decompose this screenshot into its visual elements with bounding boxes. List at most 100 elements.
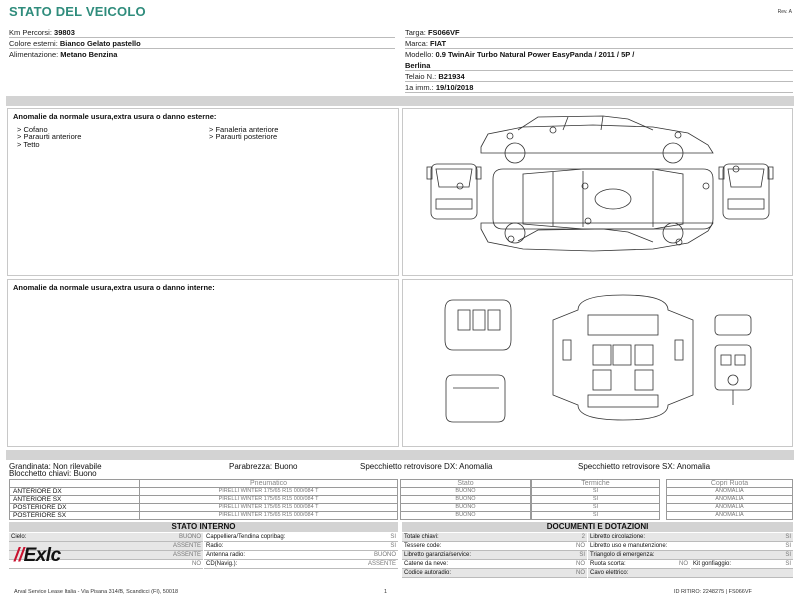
table-row: BUONO xyxy=(400,503,531,512)
model-row-2: Berlina xyxy=(405,60,793,71)
table-row: SI xyxy=(531,487,660,496)
tyre-header: Pneumatico xyxy=(139,479,398,488)
table-row: ANOMALIA xyxy=(666,511,793,520)
table-row: ANTERIORE DX PIRELLI WINTER 175/65 R15 00… xyxy=(9,487,398,496)
internal-state-value: NO xyxy=(192,561,201,567)
tyre-position: ANTERIORE DX xyxy=(9,487,140,496)
document-row: Cavo elettrico: xyxy=(588,569,793,578)
internal-state-row: Radio: SI xyxy=(204,542,398,551)
company-logo: //Exlc xyxy=(14,545,61,567)
damage-item: > Tetto xyxy=(17,139,40,149)
document-value: SI xyxy=(579,552,585,558)
logo-slash: // xyxy=(14,545,24,566)
internal-state-row: CD(Navig.): ASSENTE xyxy=(204,560,398,569)
tyre-state: BUONO xyxy=(400,503,531,512)
tyre-model: PIRELLI WINTER 175/65 R15 000/084 T xyxy=(139,487,398,496)
internal-state-key: Antenna radio: xyxy=(206,552,246,558)
document-row: Libretto circolazione: SI xyxy=(588,533,793,542)
tyre-thermal-table: Termiche SI SI SI SI xyxy=(531,479,660,520)
mirror-sx-value: Anomalia xyxy=(676,462,711,471)
key-lock-status: Blocchetto chiavi: Buono xyxy=(9,469,97,478)
external-car-diagram-panel xyxy=(402,108,793,276)
internal-state-row: Antenna radio: BUONO xyxy=(204,551,398,560)
car-interior-diagram xyxy=(444,294,752,423)
wheel-cover-header: Copri Ruota xyxy=(666,479,793,488)
car-rear-view xyxy=(718,163,774,220)
tyre-thermal: SI xyxy=(531,495,660,504)
wheel-cover: ANOMALIA xyxy=(666,503,793,512)
chassis-label: Telaio N.: xyxy=(405,72,437,81)
tyre-table: Pneumatico ANTERIORE DX PIRELLI WINTER 17… xyxy=(9,479,398,520)
mirror-dx-value: Anomalia xyxy=(459,462,493,471)
document-key: Triangolo di emergenza: xyxy=(590,552,655,558)
document-key: Kit gonfiaggio: xyxy=(693,561,732,567)
document-row: Totale chiavi: 2 xyxy=(402,533,587,542)
document-value: SI xyxy=(785,552,791,558)
brand-value: FIAT xyxy=(430,39,447,48)
car-side-view-top xyxy=(480,115,714,164)
color-value: Bianco Gelato pastello xyxy=(59,39,141,48)
mirror-dx-label: Specchietto retrovisore DX: xyxy=(360,462,458,471)
external-damage-list: > Cofano > Paraurti anteriore > Tetto > … xyxy=(17,126,278,149)
table-row: ANTERIORE SX PIRELLI WINTER 175/65 R15 00… xyxy=(9,495,398,504)
car-exterior-diagram xyxy=(426,115,774,252)
document-value: SI xyxy=(785,561,791,567)
table-row: POSTERIORE SX PIRELLI WINTER 175/65 R15 0… xyxy=(9,511,398,520)
wheel-cover: ANOMALIA xyxy=(666,511,793,520)
internal-state-key: Radio: xyxy=(206,543,224,549)
document-row: Codice autoradio: NO xyxy=(402,569,587,578)
plate-row: Targa: FS066VF xyxy=(405,27,793,38)
document-row: Libretto garanzia/service: SI xyxy=(402,551,587,560)
table-row: ANOMALIA xyxy=(666,487,793,496)
document-key: Libretto uso e manutenzione: xyxy=(590,543,668,549)
car-front-view xyxy=(426,163,482,220)
internal-damage-title: Anomalie da normale usura,extra usura o … xyxy=(13,283,215,292)
wheel-cover: ANOMALIA xyxy=(666,495,793,504)
key-lock-value: Buono xyxy=(73,469,97,478)
document-row: Catene da neve: NO xyxy=(402,560,587,569)
table-row: BUONO xyxy=(400,511,531,520)
document-key: Ruota scorta: xyxy=(590,561,626,567)
internal-state-value: BUONO xyxy=(178,534,201,540)
document-value: NO xyxy=(679,561,688,567)
table-row: ANOMALIA xyxy=(666,503,793,512)
trunk-view xyxy=(445,374,506,423)
wheel-cover-table: Copri Ruota ANOMALIA ANOMALIA ANOMALIA A… xyxy=(666,479,793,520)
internal-state-key: Cappelliera/Tendina copribag: xyxy=(206,534,286,540)
internal-state-row: Cielo: BUONO xyxy=(9,533,203,542)
section-divider xyxy=(6,450,794,460)
document-row: Triangolo di emergenza: SI xyxy=(588,551,793,560)
registration-label: 1a imm.: xyxy=(405,83,434,92)
internal-car-diagram-panel xyxy=(402,279,793,447)
internal-state-header: STATO INTERNO xyxy=(9,522,398,532)
document-row: Tessere code: NO xyxy=(402,542,587,551)
table-row: SI xyxy=(531,503,660,512)
windshield-value: Buono xyxy=(274,462,298,471)
document-key: Codice autoradio: xyxy=(404,570,452,576)
footer-page-number: 1 xyxy=(384,589,388,595)
plate-label: Targa: xyxy=(405,28,426,37)
km-label: Km Percorsi: xyxy=(9,28,52,37)
model-row: Modello: 0.9 TwinAir Turbo Natural Power… xyxy=(405,49,793,60)
document-value: SI xyxy=(785,543,791,549)
km-value: 39803 xyxy=(54,28,75,37)
chassis-value: B21934 xyxy=(438,72,465,81)
internal-state-key: Cielo: xyxy=(11,534,27,540)
internal-damage-panel: Anomalie da normale usura,extra usura o … xyxy=(7,279,399,447)
internal-state-row: Cappelliera/Tendina copribag: SI xyxy=(204,533,398,542)
internal-state-value: ASSENTE xyxy=(367,561,396,567)
tyre-position: ANTERIORE SX xyxy=(9,495,140,504)
rear-seat-view xyxy=(444,299,512,351)
key-lock-label: Blocchetto chiavi: xyxy=(9,469,72,478)
model-value-2: Berlina xyxy=(405,61,431,70)
tyre-state-table: Stato BUONO BUONO BUONO BUONO xyxy=(400,479,531,520)
model-label: Modello: xyxy=(405,50,434,59)
document-value: NO xyxy=(576,570,585,576)
table-row: BUONO xyxy=(400,495,531,504)
internal-state-value: SI xyxy=(390,534,396,540)
fuel-label: Alimentazione: xyxy=(9,50,59,59)
damage-marker xyxy=(456,182,464,190)
interior-top-view xyxy=(552,294,694,421)
table-row: SI xyxy=(531,511,660,520)
registration-value: 19/10/2018 xyxy=(435,83,474,92)
